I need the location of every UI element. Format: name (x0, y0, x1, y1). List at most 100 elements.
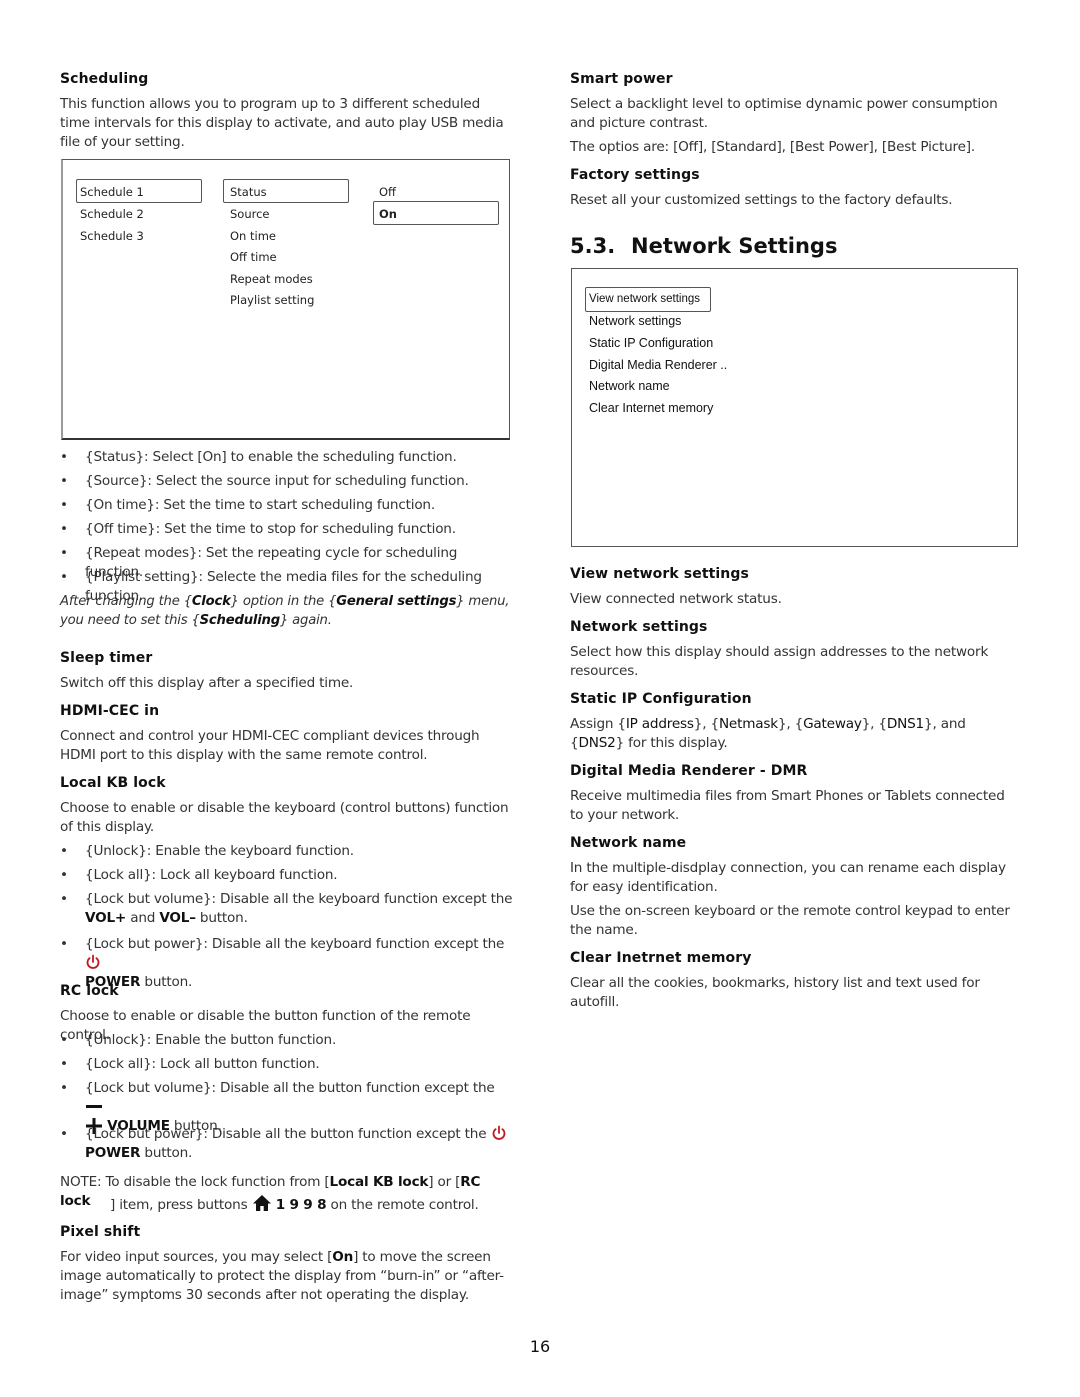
network-settings-text: Select how this display should assign ad… (570, 644, 989, 679)
vol-plus-key: VOL+ (85, 910, 127, 926)
term: Source (93, 473, 139, 489)
term: Unlock (93, 843, 139, 859)
view-network-settings-text: View connected network status. (570, 591, 782, 607)
power-key: POWER (85, 1145, 141, 1161)
value-item-off[interactable]: Off (379, 185, 396, 199)
term: IP address (625, 716, 694, 732)
term: Gateway (803, 716, 862, 732)
scheduling-menu-screenshot: Schedule 1 Schedule 2 Schedule 3 Status … (61, 159, 510, 440)
description: : Disable all the keyboard function exce… (211, 891, 513, 907)
network-menu-screenshot: View network settings Network settings S… (571, 268, 1018, 547)
term: Lock all (93, 867, 144, 883)
note-text: After changing the (60, 594, 184, 609)
description: : Enable the keyboard function. (146, 843, 354, 859)
option: Off (678, 139, 698, 155)
term: Status (93, 449, 136, 465)
note-text: option in the (238, 594, 329, 609)
term: Lock but volume (93, 1080, 204, 1096)
option-item-status[interactable]: Status (230, 185, 267, 199)
text: The optios are: (570, 139, 674, 155)
option: Best Power (795, 139, 869, 155)
description: : Set the time to stop for scheduling fu… (155, 521, 456, 537)
term: DNS1 (886, 716, 924, 732)
network-menu-item[interactable]: Clear Internet memory (589, 401, 713, 415)
schedule-item[interactable]: Schedule 2 (80, 207, 144, 221)
term: Playlist setting (93, 569, 191, 585)
factory-settings-heading: Factory settings (570, 167, 700, 183)
home-icon (252, 1195, 271, 1211)
option: Standard (716, 139, 777, 155)
pixel-shift-heading: Pixel shift (60, 1224, 141, 1240)
section-title: Network Settings (631, 234, 838, 258)
hdmi-cec-heading: HDMI-CEC in (60, 703, 160, 719)
scheduling-intro: This function allows you to program up t… (60, 96, 504, 150)
description: : Lock all button function. (151, 1056, 320, 1072)
option-item-source[interactable]: Source (230, 207, 270, 221)
key-sequence: 1 9 9 8 (275, 1197, 327, 1213)
network-menu-item[interactable]: Digital Media Renderer .. (589, 358, 727, 372)
text: }, { (693, 716, 719, 732)
description: : Select the source input for scheduling… (147, 473, 469, 489)
view-network-settings-heading: View network settings (570, 566, 749, 582)
schedule-item[interactable]: Schedule 1 (80, 185, 144, 199)
network-name-text-2: Use the on-screen keyboard or the remote… (570, 903, 1010, 938)
description: : Enable the button function. (146, 1032, 337, 1048)
description: : Disable all the button function except… (211, 1080, 495, 1096)
note-term: General settings (336, 594, 457, 609)
note-label: NOTE: (60, 1174, 102, 1190)
description: and (126, 910, 160, 926)
note-term: Scheduling (199, 613, 281, 628)
term: Lock but volume (93, 891, 204, 907)
term: Off time (93, 521, 148, 537)
schedule-item[interactable]: Schedule 3 (80, 229, 144, 243)
description: button. (140, 1145, 193, 1161)
clear-memory-heading: Clear Inetrnet memory (570, 950, 752, 966)
term: On time (93, 497, 147, 513)
scheduling-heading: Scheduling (60, 71, 149, 87)
option: Best Picture (886, 139, 966, 155)
local-kb-lock-text: Choose to enable or disable the keyboard… (60, 800, 509, 835)
static-ip-text: Assign {IP address}, {Netmask}, {Gateway… (570, 715, 1022, 753)
scheduling-note: After changing the {Clock} option in the… (60, 594, 510, 628)
dmr-text: Receive multimedia files from Smart Phon… (570, 788, 1005, 823)
vol-minus-key: VOL– (159, 910, 196, 926)
option-item-repeat-modes[interactable]: Repeat modes (230, 272, 313, 286)
option-item-on-time[interactable]: On time (230, 229, 276, 243)
factory-settings-text: Reset all your customized settings to th… (570, 192, 953, 208)
description: : Set the time to start scheduling funct… (154, 497, 435, 513)
option-item-off-time[interactable]: Off time (230, 250, 277, 264)
network-menu-item[interactable]: View network settings (589, 293, 700, 305)
text: } for this display. (615, 735, 728, 751)
note-term: Local KB lock (329, 1174, 429, 1190)
smart-power-options: The optios are: [Off], [Standard], [Best… (570, 139, 975, 155)
sleep-timer-text: Switch off this display after a specifie… (60, 675, 354, 691)
value-item-on[interactable]: On (379, 207, 397, 221)
note-text: ] or [ (428, 1174, 461, 1190)
description: : Lock all keyboard function. (151, 867, 338, 883)
dmr-heading: Digital Media Renderer - DMR (570, 763, 808, 779)
minus-icon (86, 1105, 102, 1108)
description: : Select [On] to enable the scheduling f… (144, 449, 457, 465)
text: Assign { (570, 716, 626, 732)
term: Netmask (718, 716, 778, 732)
hdmi-cec-text: Connect and control your HDMI-CEC compli… (60, 728, 480, 763)
network-name-text: In the multiple-disdplay connection, you… (570, 860, 1006, 895)
static-ip-heading: Static IP Configuration (570, 691, 752, 707)
note-text: on the remote control. (326, 1197, 479, 1213)
pixel-shift-text: For video input sources, you may select … (60, 1248, 512, 1305)
note-text: ] item, press buttons (110, 1197, 252, 1213)
text: }, { (861, 716, 887, 732)
option-item-playlist-setting[interactable]: Playlist setting (230, 293, 314, 307)
network-menu-item[interactable]: Static IP Configuration (589, 336, 713, 350)
term: Lock but power (93, 1126, 195, 1142)
smart-power-heading: Smart power (570, 71, 673, 87)
network-menu-item[interactable]: Network name (589, 379, 670, 393)
term: Repeat modes (93, 545, 189, 561)
term: Lock but power (93, 936, 195, 952)
network-name-heading: Network name (570, 835, 687, 851)
text: For video input sources, you may select … (60, 1249, 333, 1265)
power-icon (492, 1125, 505, 1140)
network-menu-item[interactable]: Network settings (589, 314, 681, 328)
note-term: Clock (191, 594, 231, 609)
page-number: 16 (529, 1337, 551, 1356)
